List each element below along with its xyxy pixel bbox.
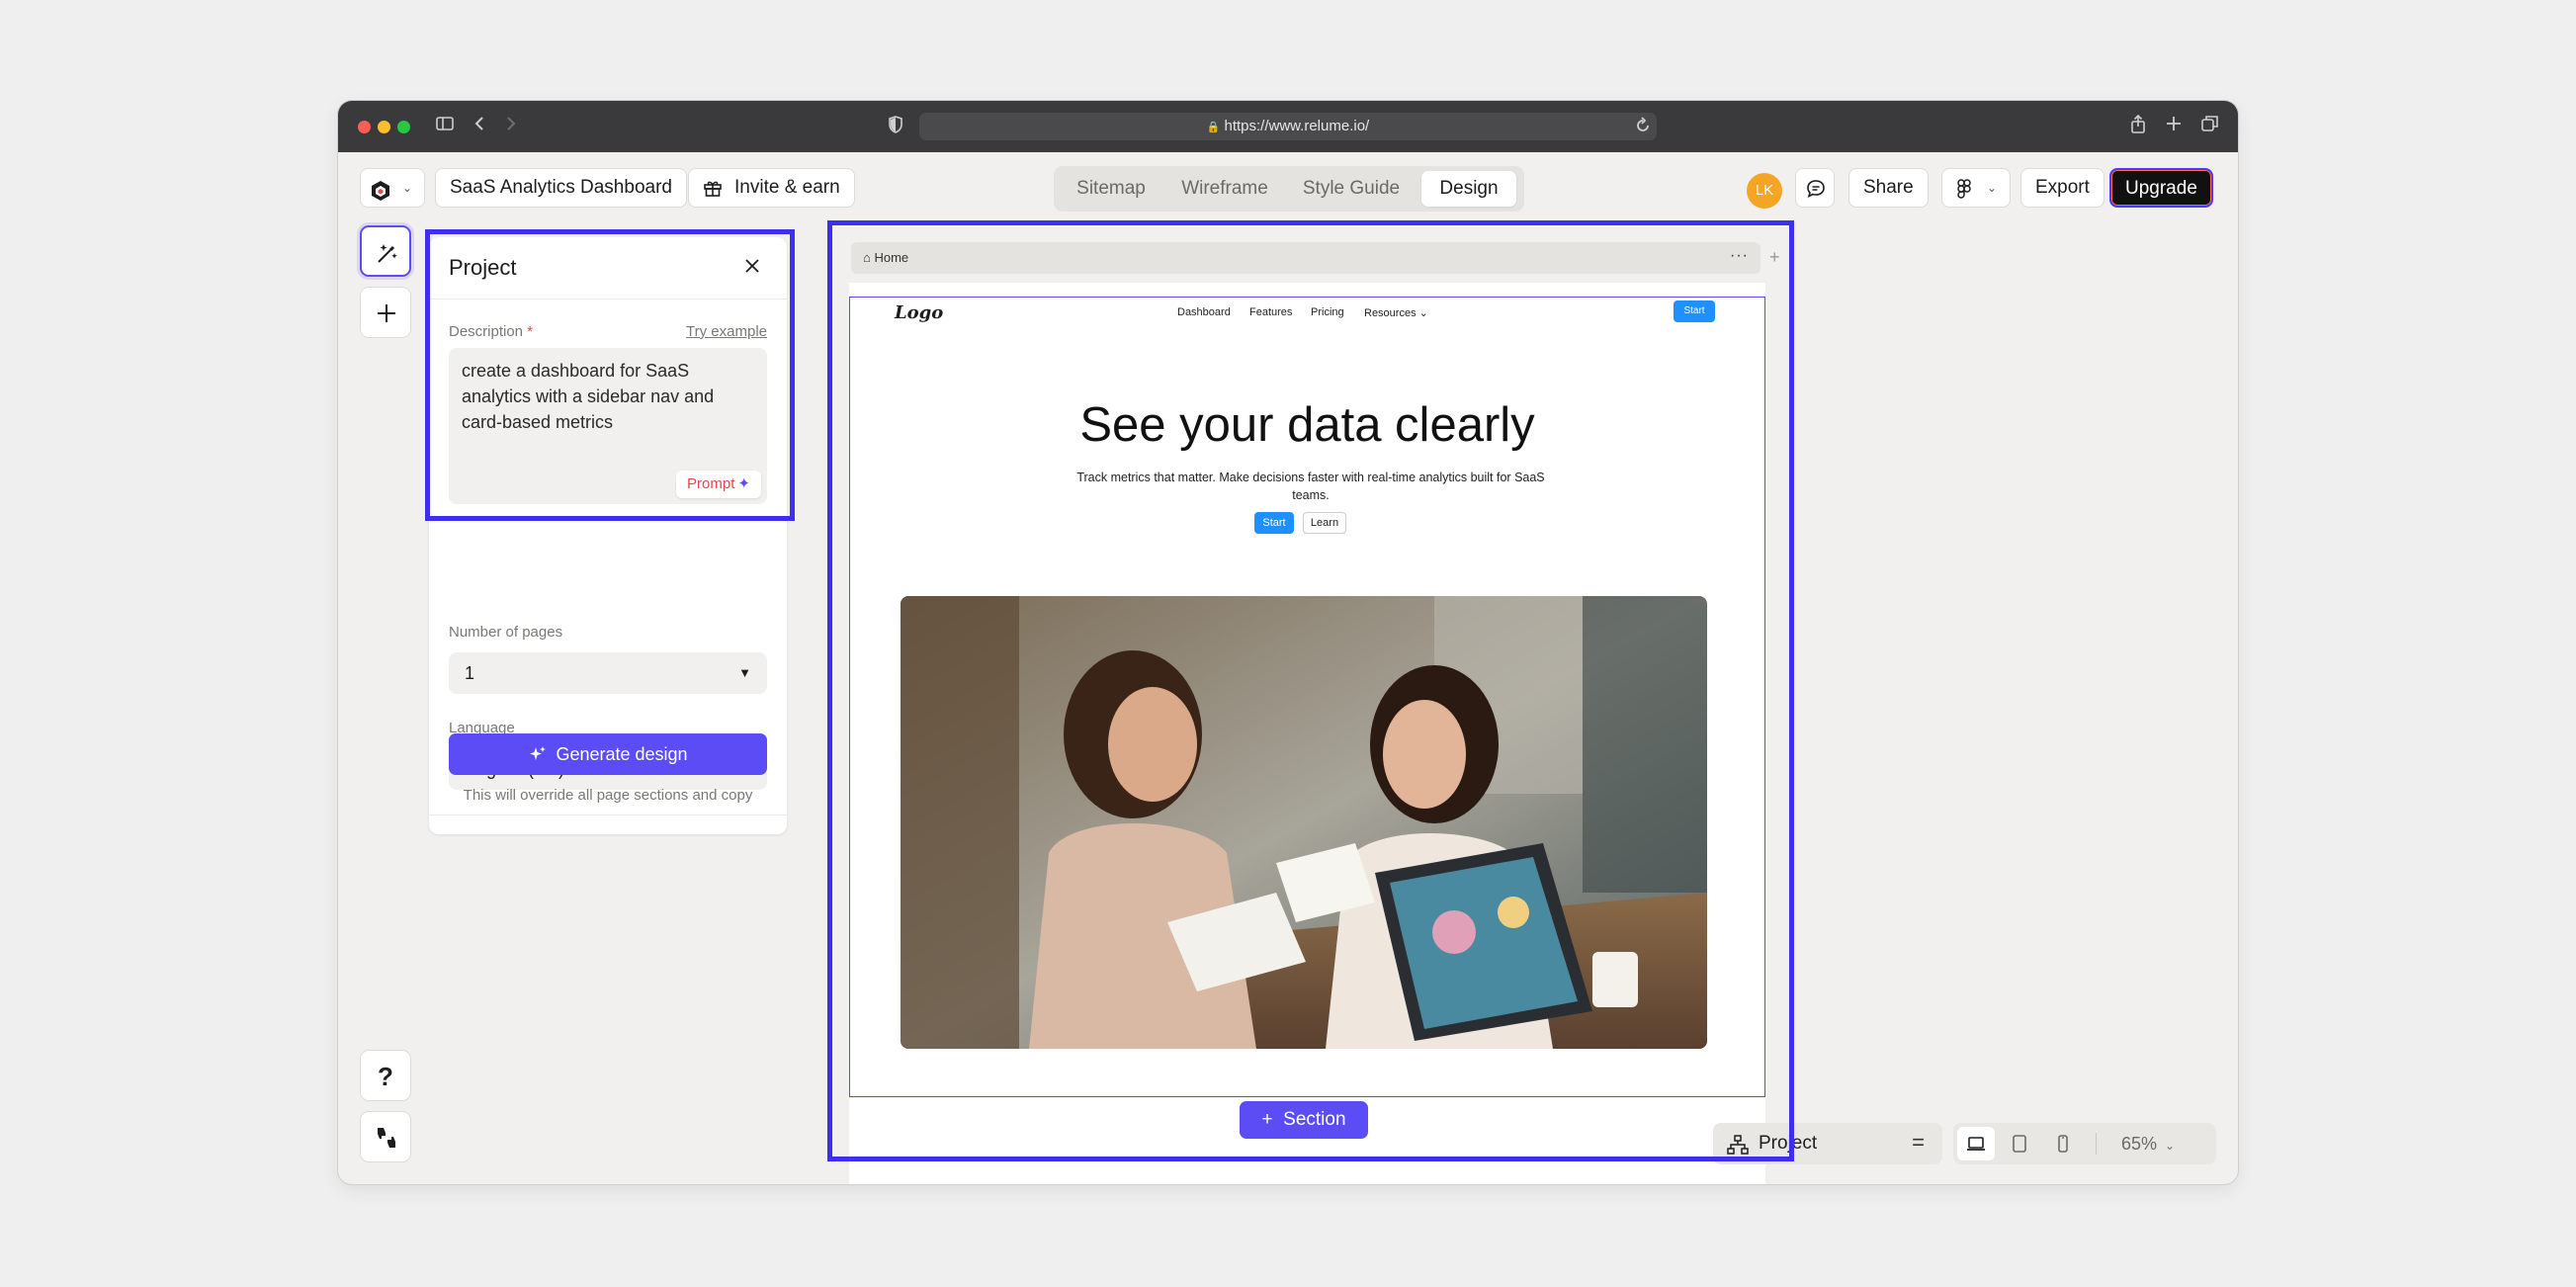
hero-start-button[interactable]: Start bbox=[1254, 512, 1294, 534]
close-icon[interactable] bbox=[743, 257, 761, 280]
more-icon[interactable]: ··· bbox=[1730, 242, 1749, 270]
hero-learn-button[interactable]: Learn bbox=[1303, 512, 1346, 534]
help-icon: ? bbox=[378, 1062, 393, 1091]
plus-icon: + bbox=[1261, 1109, 1273, 1130]
device-switcher: 65% ⌄ bbox=[1953, 1123, 2216, 1164]
tab-overview-icon[interactable] bbox=[2200, 114, 2220, 133]
tablet-view-button[interactable] bbox=[2001, 1127, 2038, 1160]
prompt-button[interactable]: Prompt ✦ bbox=[676, 471, 761, 498]
app-menu-button[interactable]: ⌄ bbox=[360, 168, 425, 208]
back-icon[interactable] bbox=[472, 114, 486, 133]
phone-icon bbox=[2058, 1135, 2068, 1153]
desktop-view-button[interactable] bbox=[1957, 1127, 1995, 1160]
browser-titlebar: 🔒 https://www.relume.io/ bbox=[338, 101, 2238, 152]
zoom-select[interactable]: 65% ⌄ bbox=[2121, 1123, 2175, 1166]
maximize-window-button[interactable] bbox=[397, 121, 410, 133]
sparkles-icon bbox=[530, 746, 547, 760]
try-example-link[interactable]: Try example bbox=[686, 323, 767, 340]
invite-earn-button[interactable]: Invite & earn bbox=[688, 168, 855, 208]
drag-handle-icon: = bbox=[1912, 1130, 1925, 1155]
comments-button[interactable] bbox=[1795, 168, 1835, 208]
tab-style-guide[interactable]: Style Guide bbox=[1287, 171, 1416, 207]
page-name: ⌂ Home bbox=[863, 242, 908, 274]
pages-select[interactable]: 1 ▼ bbox=[449, 652, 767, 694]
project-sitemap-toggle[interactable]: Project = bbox=[1713, 1123, 1942, 1164]
tab-design[interactable]: Design bbox=[1421, 171, 1516, 207]
divider bbox=[429, 299, 787, 300]
panel-title: Project bbox=[449, 255, 517, 280]
hero-subtitle[interactable]: Track metrics that matter. Make decision… bbox=[1072, 469, 1550, 504]
mobile-view-button[interactable] bbox=[2044, 1127, 2082, 1160]
relume-logo-icon bbox=[370, 178, 391, 215]
magic-wand-icon bbox=[378, 244, 397, 263]
url-text: https://www.relume.io/ bbox=[1224, 118, 1370, 134]
export-button[interactable]: Export bbox=[2020, 168, 2104, 208]
section-label: Section bbox=[1283, 1109, 1346, 1130]
override-note: This will override all page sections and… bbox=[463, 787, 753, 804]
new-tab-icon[interactable] bbox=[2165, 114, 2183, 133]
add-section-button[interactable]: + Section bbox=[1240, 1101, 1368, 1139]
view-tabs: Sitemap Wireframe Style Guide Design bbox=[1054, 166, 1524, 212]
feedback-button[interactable] bbox=[360, 1111, 411, 1162]
zoom-value: 65% bbox=[2121, 1134, 2158, 1154]
pages-label: Number of pages bbox=[449, 624, 563, 641]
reload-icon[interactable] bbox=[1635, 117, 1651, 139]
comment-icon bbox=[1807, 180, 1825, 199]
generate-label: Generate design bbox=[556, 744, 688, 764]
required-mark: * bbox=[527, 323, 534, 340]
help-button[interactable]: ? bbox=[360, 1050, 411, 1101]
lock-icon: 🔒 bbox=[1206, 122, 1221, 133]
chevron-down-icon: ⌄ bbox=[2165, 1139, 2176, 1153]
generate-design-button[interactable]: Generate design bbox=[449, 733, 767, 775]
project-label: Project bbox=[1759, 1133, 1818, 1154]
description-value: create a dashboard for SaaS analytics wi… bbox=[462, 361, 715, 432]
gift-icon bbox=[704, 181, 722, 197]
browser-window: 🔒 https://www.relume.io/ ⌄ SaaS Analytics… bbox=[338, 101, 2238, 1184]
close-window-button[interactable] bbox=[358, 121, 371, 133]
home-icon: ⌂ bbox=[863, 250, 871, 265]
tablet-icon bbox=[2013, 1135, 2026, 1153]
privacy-shield-icon[interactable] bbox=[888, 115, 903, 139]
minimize-window-button[interactable] bbox=[378, 121, 390, 133]
avatar[interactable]: LK bbox=[1747, 173, 1782, 209]
upgrade-button[interactable]: Upgrade bbox=[2109, 168, 2213, 208]
description-label-text: Description bbox=[449, 323, 524, 340]
thumbs-up-down-icon bbox=[378, 1128, 395, 1148]
add-page-icon[interactable]: + bbox=[1769, 247, 1780, 268]
frame-header[interactable]: ⌂ Home ··· bbox=[851, 242, 1760, 274]
hero-image[interactable] bbox=[901, 596, 1707, 1049]
sidebar-toggle-icon[interactable] bbox=[435, 114, 455, 133]
address-bar[interactable]: 🔒 https://www.relume.io/ bbox=[919, 113, 1657, 140]
invite-label: Invite & earn bbox=[734, 177, 840, 198]
pages-value: 1 bbox=[465, 663, 475, 683]
app-toolbar: ⌄ SaaS Analytics Dashboard Invite & earn… bbox=[338, 152, 2238, 221]
page-name-text: Home bbox=[874, 250, 909, 265]
hero-title[interactable]: See your data clearly bbox=[849, 397, 1765, 453]
add-element-button[interactable] bbox=[360, 287, 411, 338]
tab-sitemap[interactable]: Sitemap bbox=[1060, 171, 1162, 207]
forward-icon[interactable] bbox=[504, 114, 518, 133]
chevron-down-icon: ▼ bbox=[738, 665, 751, 680]
description-label: Description * bbox=[449, 323, 533, 340]
prompt-label: Prompt bbox=[687, 475, 735, 492]
sparkle-icon: ✦ bbox=[737, 475, 750, 492]
sitemap-icon bbox=[1727, 1135, 1749, 1155]
figma-icon bbox=[1957, 179, 1971, 199]
project-title-button[interactable]: SaaS Analytics Dashboard bbox=[435, 168, 687, 208]
tab-wireframe[interactable]: Wireframe bbox=[1164, 171, 1285, 207]
share-button[interactable]: Share bbox=[1848, 168, 1929, 208]
chevron-down-icon: ⌄ bbox=[402, 181, 413, 195]
ai-generate-tool-button[interactable] bbox=[360, 225, 411, 277]
figma-export-button[interactable]: ⌄ bbox=[1941, 168, 2011, 208]
chevron-down-icon: ⌄ bbox=[1987, 181, 1998, 195]
laptop-icon bbox=[1967, 1137, 1985, 1151]
plus-icon bbox=[378, 304, 395, 322]
share-sheet-icon[interactable] bbox=[2129, 114, 2147, 135]
divider bbox=[2096, 1133, 2097, 1155]
